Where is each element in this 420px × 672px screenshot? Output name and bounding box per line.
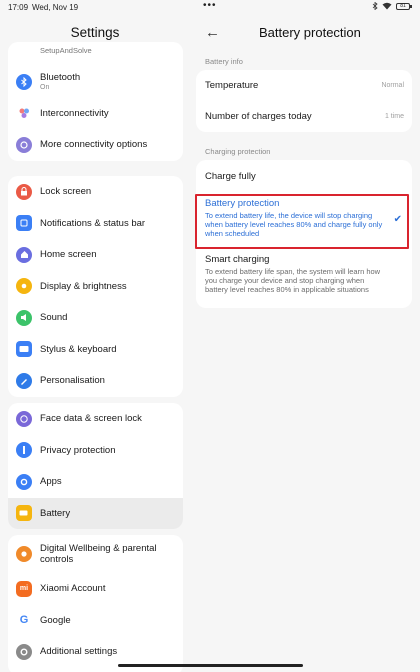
battery-protection-panel: ← Battery protection Battery info Temper… bbox=[190, 0, 420, 672]
xiaomi-icon: mi bbox=[16, 580, 32, 597]
sidebar-item-label: Face data & screen lock bbox=[40, 413, 142, 425]
sidebar-item-label: Lock screen bbox=[40, 186, 92, 198]
section-header-charging-protection: Charging protection bbox=[205, 147, 271, 156]
sidebar-item-sound[interactable]: Sound bbox=[8, 302, 183, 334]
notifications-icon bbox=[16, 215, 32, 232]
battery-protection-description: To extend battery life, the device will … bbox=[205, 211, 383, 239]
settings-group-security: Face data & screen lock Privacy protecti… bbox=[8, 403, 183, 529]
sidebar-item-bluetooth[interactable]: Bluetooth On bbox=[8, 66, 183, 98]
charging-options-card: Charge fully Battery protection To exten… bbox=[196, 160, 412, 308]
charges-row[interactable]: Number of charges today 1 time bbox=[196, 101, 412, 132]
sidebar-item-digital-wellbeing[interactable]: Digital Wellbeing & parental controls bbox=[8, 535, 183, 573]
charge-fully-label: Charge fully bbox=[205, 170, 256, 182]
settings-title: Settings bbox=[70, 25, 120, 40]
face-icon bbox=[16, 410, 32, 427]
charges-label: Number of charges today bbox=[205, 111, 312, 122]
gear-icon bbox=[16, 643, 32, 660]
sidebar-item-apps[interactable]: Apps bbox=[8, 466, 183, 498]
sound-icon bbox=[16, 309, 32, 326]
battery-info-card: Temperature Normal Number of charges tod… bbox=[196, 70, 412, 132]
sidebar-item-face-data[interactable]: Face data & screen lock bbox=[8, 403, 183, 435]
sidebar-item-label: Additional settings bbox=[40, 646, 118, 658]
sidebar-item-notifications[interactable]: Notifications & status bar bbox=[8, 208, 183, 240]
sidebar-item-label: Home screen bbox=[40, 249, 97, 261]
sidebar-item-home-screen[interactable]: Home screen bbox=[8, 239, 183, 271]
connectivity-icon bbox=[16, 136, 32, 153]
sidebar-item-label: Apps bbox=[40, 476, 62, 488]
sidebar-item-label: Personalisation bbox=[40, 375, 105, 387]
temperature-row[interactable]: Temperature Normal bbox=[196, 70, 412, 101]
sidebar-item-google[interactable]: G Google bbox=[8, 605, 183, 637]
sidebar-item-privacy[interactable]: Privacy protection bbox=[8, 435, 183, 467]
sidebar-item-label: Bluetooth bbox=[40, 71, 81, 83]
settings-group-connectivity: SetupAndSolve Bluetooth On Interconnecti… bbox=[8, 42, 183, 161]
sidebar-item-label: SetupAndSolve bbox=[40, 45, 92, 55]
option-charge-fully[interactable]: Charge fully bbox=[196, 160, 412, 192]
charges-value: 1 time bbox=[384, 113, 404, 120]
sidebar-item-lock-screen[interactable]: Lock screen bbox=[8, 176, 183, 208]
sidebar-item-label: Display & brightness bbox=[40, 280, 127, 292]
sidebar-item-label: Sound bbox=[40, 312, 68, 324]
interconnectivity-icon bbox=[16, 105, 32, 122]
page-title: Battery protection bbox=[259, 25, 361, 40]
sidebar-item-label: Digital Wellbeing & parental controls bbox=[40, 543, 157, 565]
sidebar-item-personalisation[interactable]: Personalisation bbox=[8, 365, 183, 397]
google-icon: G bbox=[16, 612, 32, 629]
apps-icon bbox=[16, 473, 32, 490]
sidebar-item-xiaomi-account[interactable]: mi Xiaomi Account bbox=[8, 573, 183, 605]
sidebar-item-setupandsolve[interactable]: SetupAndSolve bbox=[8, 42, 183, 66]
bluetooth-icon bbox=[16, 73, 32, 90]
sidebar-item-label: Stylus & keyboard bbox=[40, 343, 117, 355]
sidebar-item-sublabel: On bbox=[40, 83, 50, 91]
settings-group-personal: Lock screen Notifications & status bar H… bbox=[8, 176, 183, 397]
personalisation-icon bbox=[16, 372, 32, 389]
home-indicator[interactable] bbox=[118, 664, 303, 667]
section-header-battery-info: Battery info bbox=[205, 57, 243, 66]
sidebar-item-label: Battery bbox=[40, 507, 71, 519]
battery-icon bbox=[16, 505, 32, 522]
sidebar-item-interconnectivity[interactable]: Interconnectivity bbox=[8, 98, 183, 130]
lock-icon bbox=[16, 183, 32, 200]
checkmark-icon: ✔ bbox=[393, 214, 402, 225]
smart-charging-title: Smart charging bbox=[205, 254, 270, 265]
settings-group-accounts: Digital Wellbeing & parental controls mi… bbox=[8, 535, 183, 672]
sidebar-item-label: Interconnectivity bbox=[40, 107, 109, 119]
sidebar-item-label: Notifications & status bar bbox=[40, 217, 146, 229]
sidebar-item-stylus-keyboard[interactable]: Stylus & keyboard bbox=[8, 334, 183, 366]
brightness-icon bbox=[16, 278, 32, 295]
sidebar-item-additional-settings[interactable]: Additional settings bbox=[8, 636, 183, 668]
keyboard-icon bbox=[16, 341, 32, 358]
privacy-icon bbox=[16, 442, 32, 459]
battery-protection-title: Battery protection bbox=[205, 198, 280, 209]
settings-sidebar: Settings SetupAndSolve Bluetooth On Inte… bbox=[0, 0, 190, 672]
back-arrow-icon[interactable]: ← bbox=[205, 24, 220, 41]
sidebar-item-display[interactable]: Display & brightness bbox=[8, 271, 183, 303]
sidebar-item-label: Google bbox=[40, 614, 71, 626]
temperature-value: Normal bbox=[381, 82, 404, 89]
sidebar-item-battery[interactable]: Battery bbox=[8, 497, 183, 529]
sidebar-item-label: Xiaomi Account bbox=[40, 583, 106, 595]
temperature-label: Temperature bbox=[205, 80, 259, 91]
sidebar-item-label: More connectivity options bbox=[40, 139, 148, 151]
smart-charging-description: To extend battery life span, the system … bbox=[205, 267, 381, 295]
home-icon bbox=[16, 246, 32, 263]
option-smart-charging[interactable]: Smart charging To extend battery life sp… bbox=[196, 248, 412, 308]
wellbeing-icon bbox=[16, 546, 32, 562]
sidebar-item-more-connectivity[interactable]: More connectivity options bbox=[8, 129, 183, 161]
sidebar-item-label: Privacy protection bbox=[40, 444, 116, 456]
option-battery-protection[interactable]: Battery protection To extend battery lif… bbox=[196, 192, 412, 248]
